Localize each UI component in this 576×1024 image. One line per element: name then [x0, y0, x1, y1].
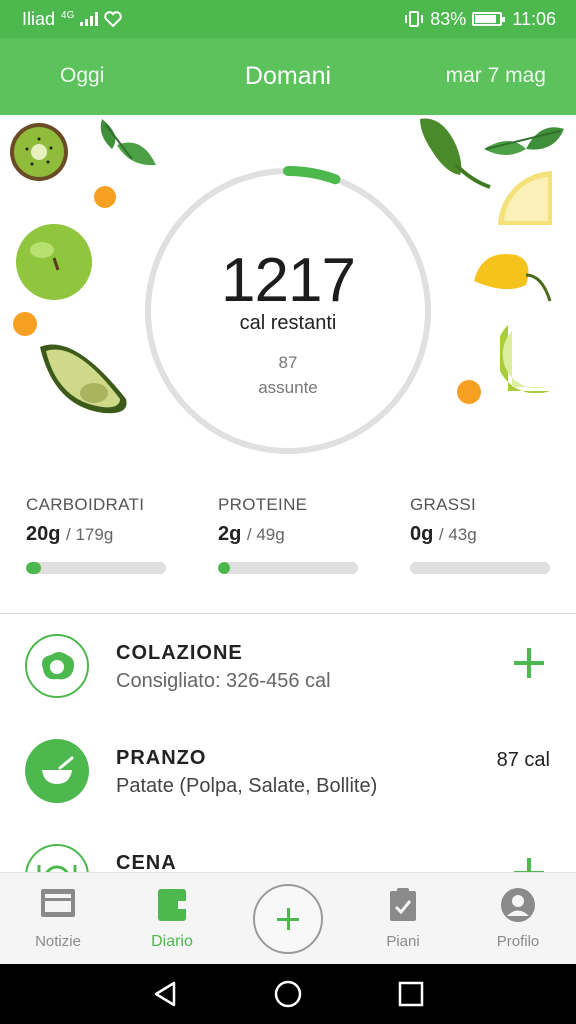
- carrier-name: Iliad: [22, 8, 56, 29]
- bottom-navigation: Notizie Diario Piani Profilo: [0, 872, 576, 964]
- meal-calories: 87 cal: [496, 749, 550, 771]
- add-food-button[interactable]: [514, 648, 544, 678]
- calories-consumed-value: 87: [278, 353, 298, 372]
- macro-amount: 20g: [26, 523, 61, 545]
- macro-name: GRASSI: [410, 495, 477, 514]
- macros-panel: CARBOIDRATI 20g / 179g PROTEINE 2g / 49g…: [0, 495, 576, 610]
- back-icon[interactable]: [150, 980, 180, 1008]
- macro-carbs: CARBOIDRATI 20g / 179g: [26, 495, 166, 574]
- macro-total: / 43g: [438, 525, 477, 544]
- macro-total: / 49g: [246, 525, 285, 544]
- macro-progress-fill: [218, 562, 230, 574]
- macro-name: CARBOIDRATI: [26, 495, 145, 514]
- recents-icon[interactable]: [396, 980, 426, 1008]
- meal-detail: Consigliato: 326-456 cal: [116, 670, 331, 692]
- macro-name: PROTEINE: [218, 495, 308, 514]
- add-food-button[interactable]: [514, 858, 544, 872]
- status-bar: Iliad 4G 83% 11:06: [0, 0, 576, 38]
- clock: 11:06: [512, 8, 556, 29]
- user-icon: [501, 888, 535, 922]
- clipboard-icon: [390, 888, 416, 921]
- meal-title: COLAZIONE: [116, 642, 243, 664]
- nav-news[interactable]: Notizie: [8, 873, 108, 965]
- egg-icon: [25, 634, 89, 698]
- meal-detail: Patate (Polpa, Salate, Bollite): [116, 775, 378, 797]
- nav-label: Diario: [151, 933, 193, 950]
- add-entry-button[interactable]: [253, 884, 323, 954]
- calories-consumed-label: assunte: [258, 378, 318, 397]
- plate-icon: [25, 844, 89, 872]
- newspaper-icon: [41, 889, 75, 917]
- vibrate-icon: [405, 11, 424, 27]
- heart-icon: [104, 11, 123, 27]
- macro-progress-bar: [410, 562, 550, 574]
- macro-fat: GRASSI 0g / 43g: [410, 495, 550, 574]
- calorie-summary: 1217 cal restanti 87 assunte: [0, 115, 576, 485]
- meal-lunch[interactable]: PRANZO Patate (Polpa, Salate, Bollite) 8…: [0, 719, 576, 824]
- macro-total: / 179g: [66, 525, 114, 544]
- meals-list: COLAZIONE Consigliato: 326-456 cal PRANZ…: [0, 614, 576, 872]
- nav-plans[interactable]: Piani: [353, 873, 453, 965]
- calories-remaining-value: 1217: [221, 246, 356, 315]
- macro-progress-bar: [218, 562, 358, 574]
- nav-label: Piani: [386, 933, 420, 950]
- meal-dinner[interactable]: CENA: [0, 824, 576, 872]
- next-day-tab[interactable]: mar 7 mag: [446, 64, 546, 88]
- calories-remaining-label: cal restanti: [239, 312, 337, 334]
- macro-progress-fill: [26, 562, 42, 574]
- battery-icon: [472, 12, 506, 26]
- diary-icon: [158, 889, 186, 921]
- macro-amount: 0g: [410, 523, 434, 545]
- macro-protein: PROTEINE 2g / 49g: [218, 495, 358, 574]
- macro-progress-bar: [26, 562, 166, 574]
- network-type: 4G: [61, 9, 75, 21]
- meal-breakfast[interactable]: COLAZIONE Consigliato: 326-456 cal: [0, 614, 576, 719]
- meal-title: CENA: [116, 852, 177, 872]
- nav-diary[interactable]: Diario: [122, 873, 222, 965]
- nav-label: Notizie: [35, 933, 81, 950]
- system-navigation-bar: [0, 964, 576, 1024]
- day-switcher: Oggi Domani mar 7 mag: [0, 38, 576, 115]
- signal-icon: [80, 12, 99, 26]
- battery-percent: 83%: [430, 8, 467, 29]
- meal-title: PRANZO: [116, 747, 207, 769]
- macro-amount: 2g: [218, 523, 242, 545]
- home-icon[interactable]: [273, 980, 303, 1008]
- nav-label: Profilo: [496, 933, 540, 950]
- nav-profile[interactable]: Profilo: [468, 873, 568, 965]
- bowl-icon: [25, 739, 89, 803]
